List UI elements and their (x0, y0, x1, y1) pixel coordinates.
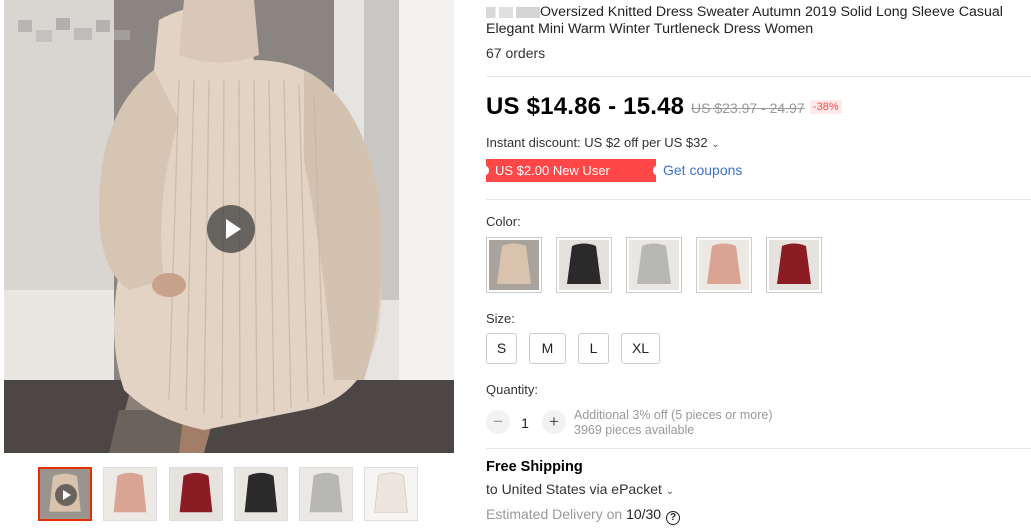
shipping-destination-text: to United States via ePacket (486, 481, 662, 497)
color-swatch-pink[interactable] (696, 237, 752, 293)
quantity-label: Quantity: (486, 382, 539, 397)
color-swatch-black[interactable] (556, 237, 612, 293)
thumbnail-image (170, 468, 222, 520)
thumbnail-wine-red[interactable] (169, 467, 223, 521)
size-option-xl[interactable]: XL (621, 333, 660, 364)
color-swatch-wine-red[interactable] (766, 237, 822, 293)
thumbnail-video[interactable] (38, 467, 92, 521)
swatch-image (629, 240, 679, 290)
swatch-image (489, 240, 539, 290)
divider (486, 199, 1031, 200)
size-option-m[interactable]: M (529, 333, 566, 364)
swatch-image (769, 240, 819, 290)
stock-available: 3969 pieces available (574, 423, 695, 437)
size-option-s[interactable]: S (486, 333, 517, 364)
thumbnail-gray[interactable] (299, 467, 353, 521)
help-icon[interactable]: ? (666, 511, 681, 525)
quantity-increase-button[interactable]: + (542, 410, 566, 434)
delivery-prefix: Estimated Delivery on (486, 506, 623, 522)
divider (486, 76, 1031, 77)
watermark-logo (16, 14, 136, 48)
color-swatch-gray[interactable] (626, 237, 682, 293)
bulk-discount-note: Additional 3% off (5 pieces or more) (574, 408, 773, 422)
thumbnail-image (365, 468, 417, 520)
thumbnail-image (235, 468, 287, 520)
chevron-down-icon: ⌄ (665, 486, 675, 497)
thumbnail-image (104, 468, 156, 520)
thumbnail-image (300, 468, 352, 520)
orders-count: 67 orders (486, 45, 546, 61)
get-coupons-link[interactable]: Get coupons (663, 162, 742, 178)
product-title: Oversized Knitted Dress Sweater Autumn 2… (486, 4, 1031, 38)
discount-badge: -38% (810, 100, 842, 114)
swatch-image (559, 240, 609, 290)
current-price: US $14.86 - 15.48 (486, 93, 685, 120)
estimated-delivery: Estimated Delivery on 10/30? (486, 506, 681, 525)
size-label: Size: (486, 311, 515, 326)
thumbnail-pink[interactable] (103, 467, 157, 521)
color-label: Color: (486, 214, 521, 229)
brand-name-blurred (486, 6, 540, 18)
size-option-l[interactable]: L (578, 333, 609, 364)
quantity-info: Additional 3% off (5 pieces or more) 396… (574, 408, 772, 438)
play-icon (55, 484, 77, 506)
divider (486, 448, 1031, 449)
original-price: US $23.97 - 24.97 (691, 100, 805, 116)
instant-discount-text: Instant discount: US $2 off per US $32 (486, 135, 708, 150)
thumbnail-white[interactable] (364, 467, 418, 521)
shipping-title: Free Shipping (486, 459, 583, 475)
main-product-image[interactable] (4, 0, 454, 453)
shipping-destination[interactable]: to United States via ePacket ⌄ (486, 481, 674, 497)
new-user-coupon[interactable]: US $2.00 New User Coupon (483, 159, 659, 201)
chevron-down-icon: ⌄ (711, 139, 720, 150)
quantity-decrease-button[interactable]: − (486, 410, 510, 434)
color-swatch-beige[interactable] (486, 237, 542, 293)
delivery-date: 10/30 (626, 506, 662, 522)
thumbnail-black[interactable] (234, 467, 288, 521)
instant-discount[interactable]: Instant discount: US $2 off per US $32 ⌄ (486, 135, 720, 150)
quantity-value[interactable]: 1 (515, 415, 535, 431)
play-video-button[interactable] (207, 205, 255, 253)
product-title-text: Oversized Knitted Dress Sweater Autumn 2… (486, 4, 1003, 37)
swatch-image (699, 240, 749, 290)
